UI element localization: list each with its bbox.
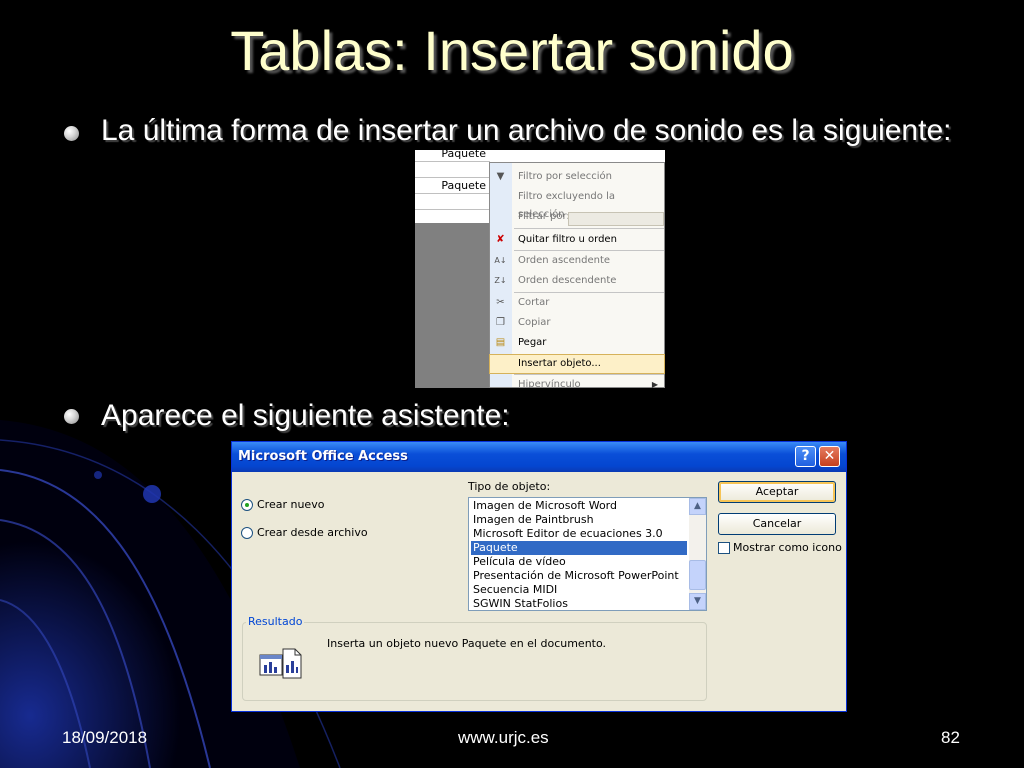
menu-item-hyperlink[interactable]: Hipervínculo ▶ <box>490 376 664 388</box>
scroll-up-icon[interactable]: ▲ <box>689 498 706 515</box>
filter-icon: ▼ <box>496 171 505 182</box>
menu-item-sort-ascending[interactable]: A↓ Orden ascendente <box>490 252 664 270</box>
radio-create-new-label[interactable]: Crear nuevo <box>257 498 324 511</box>
menu-item-filter-for[interactable]: Filtrar por: <box>490 208 664 226</box>
menu-item-paste[interactable]: ▤ Pegar <box>490 334 664 352</box>
datasheet-empty-area <box>415 223 490 388</box>
dialog-titlebar[interactable]: Microsoft Office Access ? ✕ <box>232 442 846 472</box>
cancel-button[interactable]: Cancelar <box>718 513 836 535</box>
bullet-icon <box>64 409 79 424</box>
list-scrollbar[interactable]: ▲ ▼ <box>689 498 706 610</box>
bullet-text-2: Aparece el siguiente asistente: <box>101 399 510 432</box>
footer-date: 18/09/2018 <box>62 728 148 747</box>
menu-separator <box>514 292 664 293</box>
accept-button[interactable]: Aceptar <box>718 481 836 503</box>
menu-item-sort-descending[interactable]: Z↓ Orden descendente <box>490 272 664 290</box>
remove-filter-icon: ✘ <box>496 234 505 245</box>
list-item-selected[interactable]: Paquete <box>471 541 687 555</box>
show-as-icon-label[interactable]: Mostrar como icono <box>733 541 842 554</box>
cut-icon: ✂ <box>496 297 505 308</box>
context-menu: ▼ Filtro por selección Filtro excluyendo… <box>489 162 665 388</box>
menu-item-insert-object[interactable]: Insertar objeto... <box>489 354 665 374</box>
bullet-icon <box>64 126 79 141</box>
grid-cell <box>415 162 490 178</box>
list-item[interactable]: Imagen de Microsoft Word <box>471 499 687 513</box>
slide-title: Tablas: Insertar sonido <box>230 19 794 82</box>
submenu-arrow-icon: ▶ <box>651 380 658 388</box>
object-type-label: Tipo de objeto: <box>468 480 551 493</box>
menu-separator <box>514 228 664 229</box>
grid-cell <box>415 208 490 224</box>
filter-for-input[interactable] <box>568 212 664 226</box>
context-menu-screenshot: Paquete Paquete ▼ Filtro por selección F… <box>415 150 665 388</box>
dialog-title: Microsoft Office Access <box>238 449 408 464</box>
result-group <box>242 622 707 701</box>
scroll-down-icon[interactable]: ▼ <box>689 593 706 610</box>
list-item[interactable]: Presentación de Microsoft PowerPoint <box>471 569 687 583</box>
menu-item-copy[interactable]: ❐ Copiar <box>490 314 664 332</box>
menu-item-filter-by-selection[interactable]: ▼ Filtro por selección <box>490 168 664 186</box>
footer-page-number: 82 <box>941 728 960 747</box>
footer-site: www.urjc.es <box>458 728 549 747</box>
result-text: Inserta un objeto nuevo Paquete en el do… <box>327 637 607 650</box>
help-button[interactable]: ? <box>795 446 816 467</box>
result-label: Resultado <box>246 615 305 628</box>
package-object-icon <box>259 648 302 679</box>
bullet-text-1: La última forma de insertar un archivo d… <box>101 114 952 147</box>
datasheet-grid: Paquete Paquete <box>415 150 490 388</box>
object-type-list[interactable]: Imagen de Microsoft Word Imagen de Paint… <box>468 497 707 611</box>
radio-create-new[interactable] <box>241 499 253 511</box>
menu-separator <box>514 374 664 375</box>
menu-item-filter-excluding[interactable]: Filtro excluyendo la selección <box>490 188 664 220</box>
list-item[interactable]: SGWIN StatFolios <box>471 597 687 610</box>
menu-item-remove-filter[interactable]: ✘ Quitar filtro u orden <box>490 231 664 249</box>
radio-create-from-file[interactable] <box>241 527 253 539</box>
show-as-icon-checkbox[interactable] <box>718 542 730 554</box>
paste-icon: ▤ <box>495 337 506 348</box>
list-item[interactable]: Microsoft Editor de ecuaciones 3.0 <box>471 527 687 541</box>
sort-ascending-icon: A↓ <box>494 256 507 265</box>
sort-descending-icon: Z↓ <box>494 276 507 285</box>
radio-selected-dot <box>245 503 249 507</box>
scroll-thumb[interactable] <box>689 560 706 590</box>
list-item[interactable]: Secuencia MIDI <box>471 583 687 597</box>
grid-cell: Paquete <box>415 150 490 162</box>
radio-create-from-file-label[interactable]: Crear desde archivo <box>257 526 368 539</box>
close-button[interactable]: ✕ <box>819 446 840 467</box>
menu-item-cut[interactable]: ✂ Cortar <box>490 294 664 312</box>
grid-cell: Paquete <box>415 178 490 194</box>
list-item[interactable]: Película de vídeo <box>471 555 687 569</box>
insert-object-dialog: Microsoft Office Access ? ✕ Crear nuevo … <box>231 441 847 712</box>
menu-separator <box>514 250 664 251</box>
copy-icon: ❐ <box>496 317 505 328</box>
list-item[interactable]: Imagen de Paintbrush <box>471 513 687 527</box>
